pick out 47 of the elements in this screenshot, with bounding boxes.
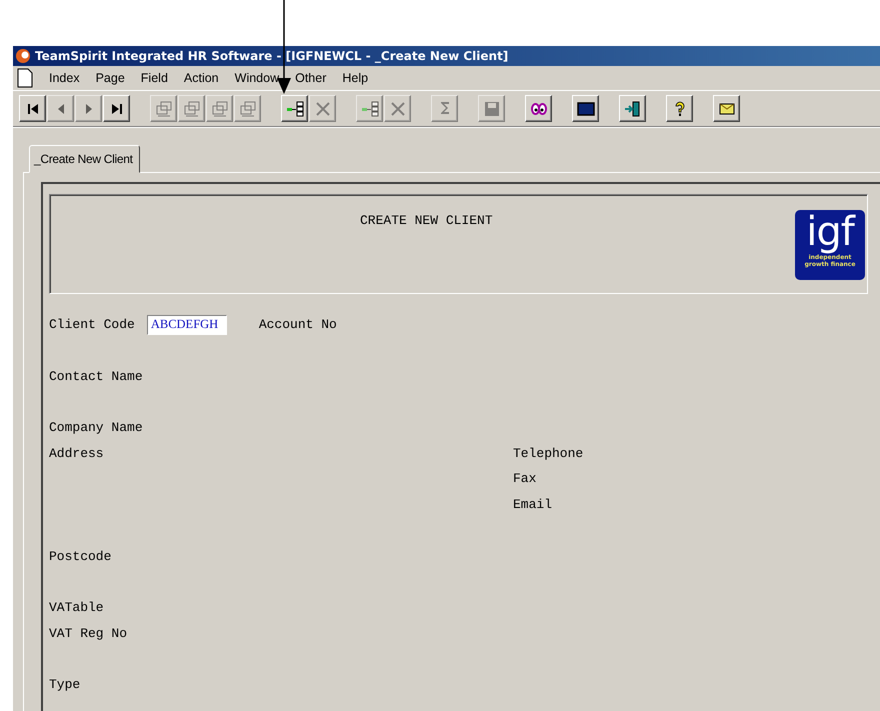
- field-label: Type: [49, 676, 80, 692]
- logo-mark: igf: [806, 210, 854, 254]
- field-label: VAT Reg No: [49, 626, 128, 641]
- field-label: Telephone: [513, 446, 584, 461]
- field-label: Contact Name: [49, 368, 143, 384]
- form-title: CREATE NEW CLIENT: [360, 213, 493, 228]
- field-label: Postcode: [49, 548, 112, 564]
- stacked-pages-icon: [238, 100, 256, 118]
- document-icon: [17, 68, 33, 88]
- insert-row-icon: [360, 100, 378, 118]
- toolbar-button[interactable]: [19, 95, 46, 122]
- toolbar-button[interactable]: [666, 95, 693, 122]
- delete-icon: [314, 100, 332, 118]
- app-icon: [15, 48, 31, 64]
- toolbar-button[interactable]: [281, 95, 308, 122]
- save-icon: [482, 100, 500, 118]
- field-label: Email: [513, 497, 552, 512]
- stacked-pages-icon: [154, 100, 172, 118]
- tab[interactable]: _Create New Client: [29, 145, 140, 173]
- field-label: Account No: [258, 317, 337, 332]
- insert-row-icon: [286, 100, 304, 118]
- menu-item[interactable]: Window: [234, 71, 280, 85]
- menu-item[interactable]: Action: [184, 71, 219, 85]
- menu-item[interactable]: Index: [49, 71, 80, 85]
- menu-item[interactable]: Other: [295, 71, 326, 85]
- window-title: TeamSpirit Integrated HR Software - [IGFNEWCL - _Create New Client]: [35, 49, 508, 63]
- menu-item[interactable]: Help: [342, 71, 368, 85]
- input-field[interactable]: ABCDEFGH: [146, 314, 227, 335]
- field-label: Client Code: [49, 317, 135, 332]
- field-label: Address: [49, 446, 104, 461]
- stacked-pages-icon: [182, 100, 200, 118]
- toolbar-button[interactable]: [103, 95, 130, 122]
- toolbar-button[interactable]: [619, 95, 646, 122]
- toolbar-button[interactable]: [713, 95, 740, 122]
- screen-icon: [576, 100, 594, 118]
- previous-icon: [58, 104, 64, 114]
- toolbar-button[interactable]: [525, 95, 552, 122]
- toolbar-button[interactable]: [572, 95, 599, 122]
- field-label: Company Name: [49, 420, 143, 436]
- field-label: Fax: [513, 471, 536, 486]
- exit-door-icon: [624, 100, 642, 118]
- field-label: VATable: [49, 600, 104, 615]
- menu-item[interactable]: Page: [96, 71, 125, 85]
- stacked-pages-icon: [210, 100, 228, 118]
- next-icon: [86, 104, 92, 114]
- delete-icon: [388, 100, 406, 118]
- menu-item[interactable]: Field: [140, 71, 168, 85]
